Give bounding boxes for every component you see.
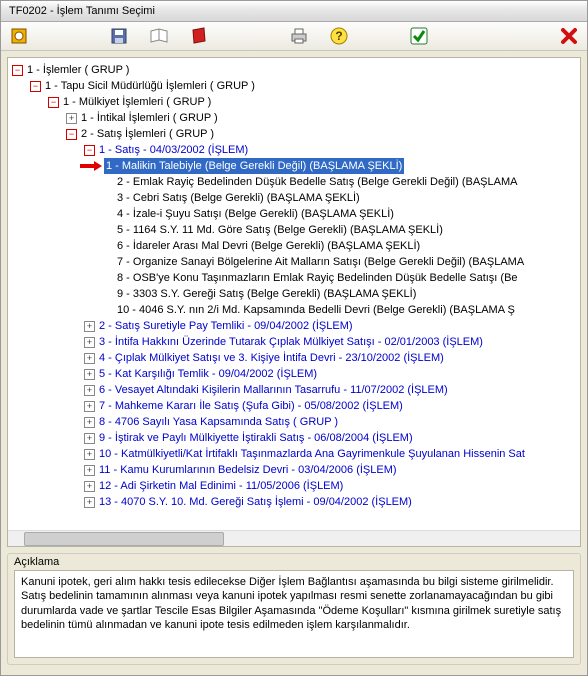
app-icon[interactable] xyxy=(9,26,29,46)
description-line: Satış bedelinin tamamının alınması veya … xyxy=(21,589,567,632)
description-line: Kanuni ipotek, geri alım hakkı tesis edi… xyxy=(21,575,567,589)
expand-icon[interactable]: + xyxy=(84,465,95,476)
collapse-icon[interactable]: − xyxy=(30,81,41,92)
collapse-icon[interactable]: − xyxy=(84,145,95,156)
tree-item[interactable]: 2 - Satış İşlemleri ( GRUP ) xyxy=(81,126,214,142)
tree-item[interactable]: 1 - İşlemler ( GRUP ) xyxy=(27,62,129,78)
tree-item[interactable]: 10 - Katmülkiyetli/Kat İrtifaklı Taşınma… xyxy=(99,446,525,462)
expand-icon[interactable]: + xyxy=(84,401,95,412)
expand-icon[interactable]: + xyxy=(84,369,95,380)
tree-item[interactable]: 4 - İzale-i Şuyu Satışı (Belge Gerekli) … xyxy=(117,206,394,222)
tree-item[interactable]: 6 - Vesayet Altındaki Kişilerin Malların… xyxy=(99,382,448,398)
collapse-icon[interactable]: − xyxy=(48,97,59,108)
help-icon[interactable]: ? xyxy=(329,26,349,46)
tree-item[interactable]: 2 - Emlak Rayiç Bedelinden Düşük Bedelle… xyxy=(117,174,517,190)
window-title: TF0202 - İşlem Tanımı Seçimi xyxy=(9,5,155,17)
toolbar: ? xyxy=(1,22,587,51)
tree-item[interactable]: 10 - 4046 S.Y. nın 2/i Md. Kapsamında Be… xyxy=(117,302,515,318)
collapse-icon[interactable]: − xyxy=(66,129,77,140)
horizontal-scrollbar[interactable] xyxy=(8,530,580,546)
tree-item[interactable]: 11 - Kamu Kurumlarının Bedelsiz Devri - … xyxy=(99,462,397,478)
tree-item[interactable]: 8 - 4706 Sayılı Yasa Kapsamında Satış ( … xyxy=(99,414,338,430)
tree-item[interactable]: 7 - Organize Sanayi Bölgelerine Ait Mall… xyxy=(117,254,524,270)
tree-item[interactable]: 5 - 1164 S.Y. 11 Md. Göre Satış (Belge G… xyxy=(117,222,443,238)
book-open-icon[interactable] xyxy=(149,26,169,46)
pointer-arrow-icon xyxy=(80,160,102,172)
tree-item-selected[interactable]: 1 - Malikin Talebiyle (Belge Gerekli Değ… xyxy=(104,158,404,174)
expand-icon[interactable]: + xyxy=(84,385,95,396)
tree-item[interactable]: 9 - İştirak ve Paylı Mülkiyette İştirakl… xyxy=(99,430,413,446)
book-closed-icon[interactable] xyxy=(189,26,209,46)
tree-item[interactable]: 1 - Satış - 04/03/2002 (İŞLEM) xyxy=(99,142,248,158)
tree-item[interactable]: 7 - Mahkeme Kararı İle Satış (Şufa Gibi)… xyxy=(99,398,403,414)
tree-item[interactable]: 8 - OSB'ye Konu Taşınmazların Emlak Rayi… xyxy=(117,270,518,286)
tree-item[interactable]: 6 - İdareler Arası Mal Devri (Belge Gere… xyxy=(117,238,420,254)
expand-icon[interactable]: + xyxy=(84,353,95,364)
expand-icon[interactable]: + xyxy=(84,449,95,460)
expand-icon[interactable]: + xyxy=(84,433,95,444)
tree-item[interactable]: 3 - Cebri Satış (Belge Gerekli) (BAŞLAMA… xyxy=(117,190,360,206)
tree-item[interactable]: 1 - Mülkiyet İşlemleri ( GRUP ) xyxy=(63,94,211,110)
expand-icon[interactable]: + xyxy=(84,417,95,428)
description-title: Açıklama xyxy=(14,556,574,568)
tree-item[interactable]: 1 - Tapu Sicil Müdürlüğü İşlemleri ( GRU… xyxy=(45,78,255,94)
save-icon[interactable] xyxy=(109,26,129,46)
expand-icon[interactable]: + xyxy=(84,337,95,348)
tree-item[interactable]: 1 - İntikal İşlemleri ( GRUP ) xyxy=(81,110,218,126)
tree-item[interactable]: 9 - 3303 S.Y. Gereği Satış (Belge Gerekl… xyxy=(117,286,416,302)
tree-item[interactable]: 5 - Kat Karşılığı Temlik - 09/04/2002 (İ… xyxy=(99,366,317,382)
window-titlebar: TF0202 - İşlem Tanımı Seçimi xyxy=(1,1,587,22)
tree-item[interactable]: 3 - İntifa Hakkını Üzerinde Tutarak Çıpl… xyxy=(99,334,483,350)
svg-text:?: ? xyxy=(335,29,342,43)
expand-icon[interactable]: + xyxy=(66,113,77,124)
collapse-icon[interactable]: − xyxy=(12,65,23,76)
expand-icon[interactable]: + xyxy=(84,481,95,492)
description-text: Kanuni ipotek, geri alım hakkı tesis edi… xyxy=(14,570,574,658)
tree-item[interactable]: 13 - 4070 S.Y. 10. Md. Gereği Satış İşle… xyxy=(99,494,412,510)
print-icon[interactable] xyxy=(289,26,309,46)
tree-item[interactable]: 4 - Çıplak Mülkiyet Satışı ve 3. Kişiye … xyxy=(99,350,444,366)
tree-item[interactable]: 2 - Satış Suretiyle Pay Temliki - 09/04/… xyxy=(99,318,353,334)
expand-icon[interactable]: + xyxy=(84,321,95,332)
expand-icon[interactable]: + xyxy=(84,497,95,508)
close-icon[interactable] xyxy=(559,26,579,46)
description-panel: Açıklama Kanuni ipotek, geri alım hakkı … xyxy=(7,553,581,665)
tree-item[interactable]: 12 - Adi Şirketin Mal Edinimi - 11/05/20… xyxy=(99,478,343,494)
tree-view[interactable]: −1 - İşlemler ( GRUP ) −1 - Tapu Sicil M… xyxy=(7,57,581,547)
confirm-icon[interactable] xyxy=(409,26,429,46)
